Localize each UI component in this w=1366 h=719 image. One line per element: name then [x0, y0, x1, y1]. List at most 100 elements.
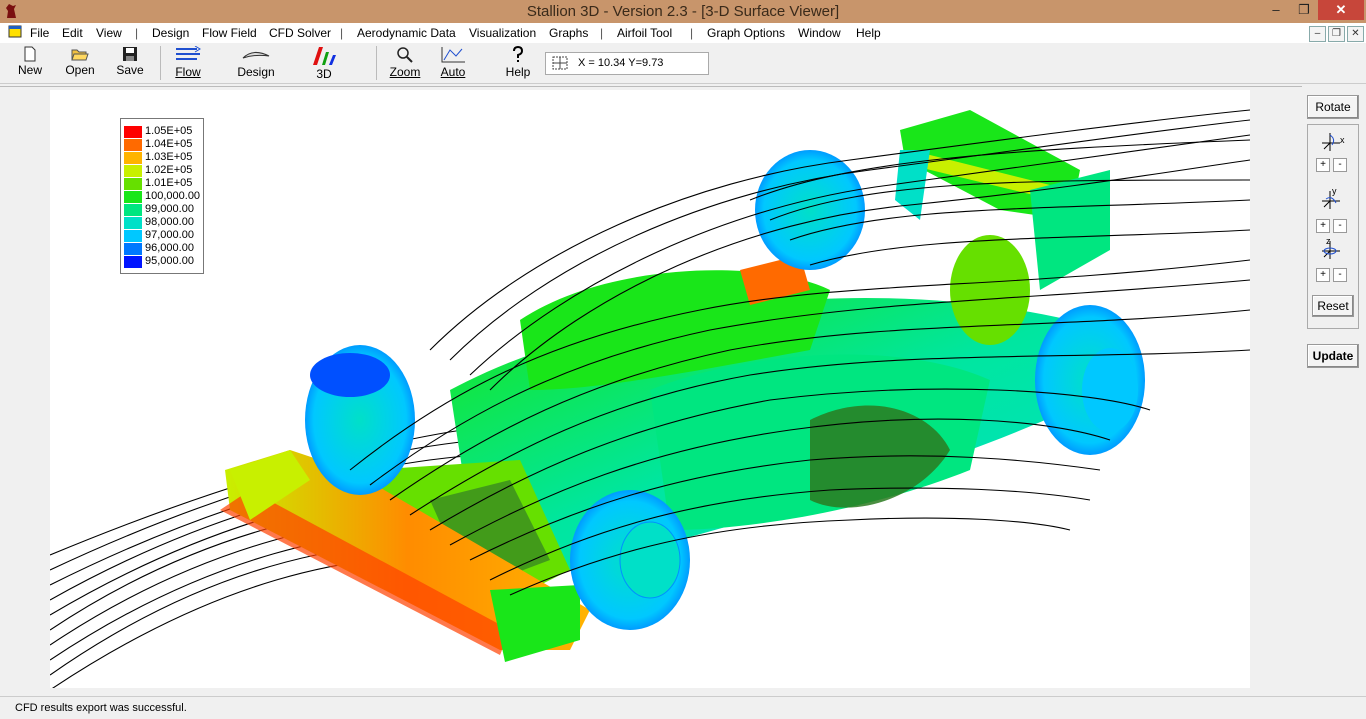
menu-separator: | [690, 26, 694, 40]
flow-button[interactable]: Flow [170, 46, 206, 79]
design-button[interactable]: Design [234, 46, 278, 79]
x-rotate-plus-button[interactable]: + [1316, 158, 1330, 172]
z-rotate-plus-button[interactable]: + [1316, 268, 1330, 282]
legend-swatch [124, 230, 142, 242]
coordinate-readout: X = 10.34 Y=9.73 [545, 52, 709, 75]
legend-swatch [124, 256, 142, 268]
menu-help[interactable]: Help [856, 26, 881, 40]
y-rotate-plus-button[interactable]: + [1316, 219, 1330, 233]
menu-cfd-solver[interactable]: CFD Solver [269, 26, 331, 40]
save-disk-icon [123, 47, 137, 61]
legend-label: 1.04E+05 [145, 138, 193, 150]
legend-swatch [124, 178, 142, 190]
title-bar: Stallion 3D - Version 2.3 - [3-D Surface… [0, 0, 1366, 23]
menu-graphs[interactable]: Graphs [549, 26, 588, 40]
update-button[interactable]: Update [1307, 344, 1359, 368]
menu-window[interactable]: Window [798, 26, 841, 40]
legend-swatch [124, 204, 142, 216]
x-axis-icon: x [1322, 133, 1345, 151]
flow-label: Flow [175, 65, 201, 79]
open-label: Open [65, 63, 95, 77]
design-label: Design [237, 65, 275, 79]
toolbar-separator [160, 46, 161, 80]
z-rotate-minus-button[interactable]: - [1333, 268, 1347, 282]
cfd-surface-render[interactable] [50, 90, 1250, 688]
auto-scale-icon [441, 47, 465, 63]
menu-graph-options[interactable]: Graph Options [707, 26, 785, 40]
legend-swatch [124, 191, 142, 203]
legend-swatch [124, 165, 142, 177]
legend-label: 1.05E+05 [145, 125, 193, 137]
legend-label: 100,000.00 [145, 190, 201, 202]
status-message: CFD results export was successful. [15, 702, 187, 714]
menu-visualization[interactable]: Visualization [469, 26, 536, 40]
legend-label: 1.01E+05 [145, 177, 193, 189]
magnifier-icon [397, 47, 413, 63]
mdi-restore-button[interactable]: ❐ [1328, 26, 1345, 42]
new-file-icon [24, 46, 36, 62]
mdi-minimize-button[interactable]: – [1309, 26, 1326, 42]
y-axis-icon: y [1322, 187, 1340, 209]
crosshair-grid-icon [552, 56, 568, 70]
maximize-button[interactable]: ❐ [1290, 0, 1318, 20]
save-button[interactable]: Save [113, 46, 147, 77]
3d-view-icon [313, 47, 336, 65]
zoom-button[interactable]: Zoom [388, 46, 422, 79]
legend-label: 95,000.00 [145, 255, 194, 267]
legend-label: 1.02E+05 [145, 164, 193, 176]
flow-lines-icon [176, 46, 201, 60]
airfoil-design-icon [242, 52, 270, 59]
minimize-button[interactable]: – [1262, 0, 1290, 20]
menu-bar: File Edit View | Design Flow Field CFD S… [0, 23, 1366, 43]
menu-aerodynamic-data[interactable]: Aerodynamic Data [357, 26, 456, 40]
zoom-label: Zoom [389, 65, 421, 79]
toolbar-separator [376, 46, 377, 80]
new-button[interactable]: New [14, 46, 46, 77]
surface-viewer-canvas[interactable]: 1.05E+05 1.04E+05 1.03E+05 1.02E+05 1.01… [50, 90, 1250, 688]
menu-file[interactable]: File [30, 26, 49, 40]
legend-label: 97,000.00 [145, 229, 194, 241]
mdi-close-button[interactable]: ✕ [1347, 26, 1364, 42]
pressure-color-legend: 1.05E+05 1.04E+05 1.03E+05 1.02E+05 1.01… [120, 118, 204, 274]
window-title: Stallion 3D - Version 2.3 - [3-D Surface… [526, 3, 840, 20]
legend-swatch [124, 217, 142, 229]
help-question-icon [513, 46, 524, 62]
close-button[interactable]: ✕ [1318, 0, 1364, 20]
menu-view[interactable]: View [96, 26, 122, 40]
axis-rotation-controls: x + - y + - z + - Reset [1307, 124, 1359, 329]
auto-label: Auto [440, 65, 466, 79]
legend-swatch [124, 152, 142, 164]
y-axis-letter: y [1332, 187, 1337, 196]
menu-design[interactable]: Design [152, 26, 189, 40]
help-label: Help [505, 65, 531, 79]
x-rotate-minus-button[interactable]: - [1333, 158, 1347, 172]
z-axis-icon: z [1322, 237, 1340, 259]
menu-separator: | [135, 26, 139, 40]
document-icon [8, 25, 22, 38]
legend-label: 1.03E+05 [145, 151, 193, 163]
status-bar: CFD results export was successful. [0, 696, 1366, 719]
3d-label: 3D [316, 67, 332, 81]
menu-airfoil-tool[interactable]: Airfoil Tool [617, 26, 672, 40]
menu-separator: | [600, 26, 604, 40]
coordinate-text: X = 10.34 Y=9.73 [578, 57, 664, 69]
help-button[interactable]: Help [502, 46, 534, 79]
open-folder-icon [71, 49, 89, 61]
x-axis-letter: x [1340, 135, 1345, 145]
open-button[interactable]: Open [62, 46, 98, 77]
menu-separator: | [340, 26, 344, 40]
auto-button[interactable]: Auto [436, 46, 470, 79]
3d-button[interactable]: 3D [306, 46, 342, 81]
menu-flow-field[interactable]: Flow Field [202, 26, 257, 40]
z-axis-letter: z [1326, 237, 1331, 246]
y-rotate-minus-button[interactable]: - [1333, 219, 1347, 233]
legend-label: 96,000.00 [145, 242, 194, 254]
legend-swatch [124, 243, 142, 255]
reset-button[interactable]: Reset [1312, 295, 1354, 317]
save-label: Save [116, 63, 144, 77]
legend-label: 98,000.00 [145, 216, 194, 228]
new-label: New [17, 63, 42, 77]
rotate-button[interactable]: Rotate [1307, 95, 1359, 119]
menu-edit[interactable]: Edit [62, 26, 83, 40]
legend-swatch [124, 126, 142, 138]
